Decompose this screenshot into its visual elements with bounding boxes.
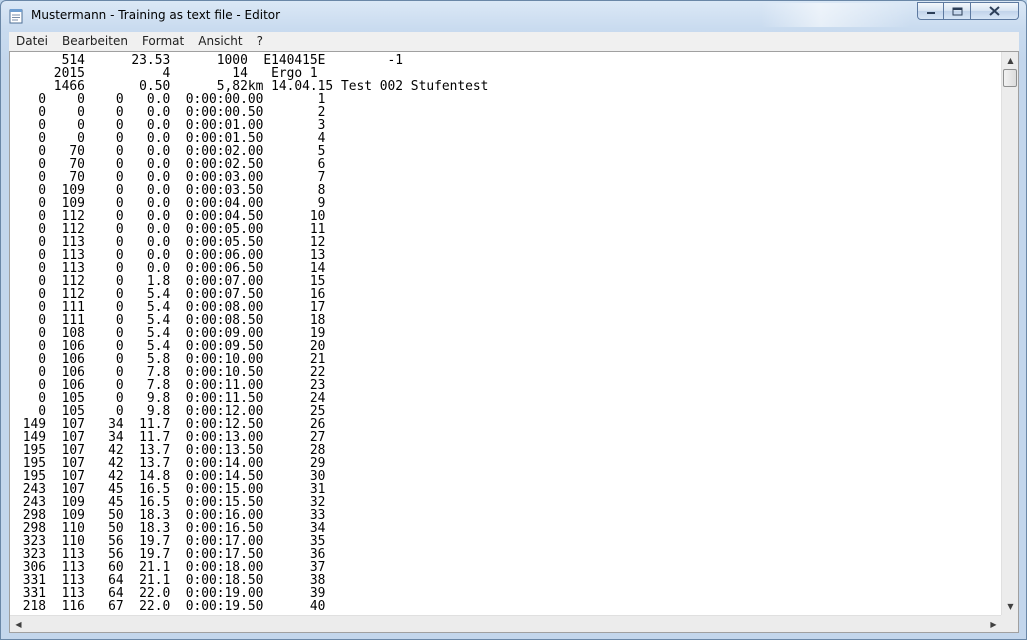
scrollbar-corner (1001, 615, 1018, 632)
background-taskbar-glow (761, 3, 911, 27)
scroll-up-arrow-icon[interactable]: ▲ (1002, 52, 1019, 69)
scroll-left-arrow-icon[interactable]: ◀ (10, 616, 27, 633)
scroll-right-arrow-icon[interactable]: ▶ (985, 616, 1002, 633)
menu-format[interactable]: Format (135, 32, 191, 51)
vertical-scrollbar[interactable]: ▲ ▼ (1001, 52, 1018, 615)
menu-help[interactable]: ? (250, 32, 270, 51)
document-text[interactable]: 514 23.53 1000 E140415E -1 2015 4 14 Erg… (10, 52, 1002, 615)
title-bar[interactable]: Mustermann - Training as text file - Edi… (1, 1, 1026, 31)
horizontal-scrollbar[interactable]: ◀ ▶ (10, 615, 1002, 632)
close-button[interactable] (971, 2, 1019, 20)
close-icon (989, 6, 1000, 16)
maximize-button[interactable] (944, 2, 971, 20)
minimize-button[interactable] (917, 2, 944, 20)
menu-edit[interactable]: Bearbeiten (55, 32, 135, 51)
editor-window: Mustermann - Training as text file - Edi… (0, 0, 1027, 640)
text-line[interactable]: 218 116 67 22.0 0:00:19.50 40 (15, 600, 1002, 613)
menu-file[interactable]: Datei (9, 32, 55, 51)
text-editor[interactable]: 514 23.53 1000 E140415E -1 2015 4 14 Erg… (9, 51, 1019, 633)
window-title: Mustermann - Training as text file - Edi… (31, 8, 281, 22)
notepad-icon[interactable] (9, 8, 23, 24)
scroll-down-arrow-icon[interactable]: ▼ (1002, 598, 1019, 615)
vertical-scroll-thumb[interactable] (1003, 69, 1017, 87)
menu-view[interactable]: Ansicht (191, 32, 249, 51)
maximize-icon (952, 7, 962, 15)
minimize-icon (926, 12, 935, 14)
menu-bar: Datei Bearbeiten Format Ansicht ? (9, 32, 1019, 51)
